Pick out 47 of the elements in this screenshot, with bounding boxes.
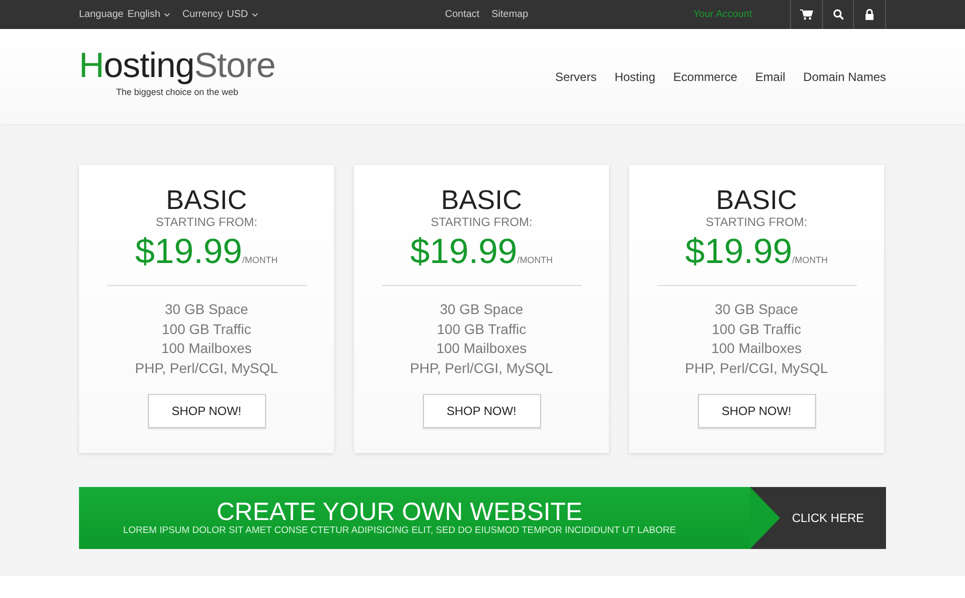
click-here-button[interactable]: CLICK HERE xyxy=(750,487,886,549)
price-period: /MONTH xyxy=(792,254,828,266)
nav-link[interactable]: Email xyxy=(755,68,786,86)
plan-feature: 30 GB Space xyxy=(440,300,524,319)
shop-now-button[interactable]: SHOP NOW! xyxy=(422,394,540,428)
plan-name: BASIC xyxy=(716,185,798,215)
nav-link[interactable]: Servers xyxy=(555,68,597,86)
price-period: /MONTH xyxy=(242,254,278,266)
language-selector[interactable]: Language English xyxy=(79,7,170,22)
chevron-icon xyxy=(164,12,170,16)
nav-link[interactable]: Hosting xyxy=(614,68,656,86)
starting-from-label: STARTING FROM: xyxy=(430,215,532,229)
top-link[interactable]: Sitemap xyxy=(491,7,528,22)
currency-selector[interactable]: Currency USD xyxy=(182,7,258,22)
plan-feature: PHP, Perl/CGI, MySQL xyxy=(410,358,553,378)
banner-subtitle: LOREM IPSUM DOLOR SIT AMET CONSE CTETUR ADIPISICING ELIT, SED DO EIUSMOD TEMPOR INCIDIDUNT UT LABORE xyxy=(123,525,676,537)
tagline: The biggest choice on the web xyxy=(116,86,238,100)
chevron-icon xyxy=(252,12,258,16)
plan-feature: 100 Mailboxes xyxy=(436,339,527,358)
price: $19.99 xyxy=(135,232,242,272)
plan-feature: 100 Mailboxes xyxy=(161,339,252,358)
nav-link[interactable]: Ecommerce xyxy=(673,68,738,86)
plan-feature: PHP, Perl/CGI, MySQL xyxy=(135,358,278,378)
plan-feature: 100 GB Traffic xyxy=(436,320,526,338)
cart-icon xyxy=(800,9,813,20)
banner-arrow-tip xyxy=(750,487,780,549)
banner-title: CREATE YOUR OWN WEBSITE xyxy=(216,499,582,525)
nav-link[interactable]: Domain Names xyxy=(803,68,886,86)
price: $19.99 xyxy=(410,232,518,272)
logo[interactable]: HostingStore xyxy=(79,47,276,86)
top-link[interactable]: Contact xyxy=(445,7,480,22)
shop-now-button[interactable]: SHOP NOW! xyxy=(698,394,816,428)
plan-feature: PHP, Perl/CGI, MySQL xyxy=(685,358,828,378)
plan-name: BASIC xyxy=(166,185,248,215)
shop-now-button[interactable]: SHOP NOW! xyxy=(148,394,266,428)
lock-icon xyxy=(865,9,874,20)
plan-feature: 30 GB Space xyxy=(164,300,248,319)
plan-feature: 100 GB Traffic xyxy=(162,320,252,338)
starting-from-label: STARTING FROM: xyxy=(706,215,808,229)
starting-from-label: STARTING FROM: xyxy=(156,215,258,229)
plan-feature: 30 GB Space xyxy=(714,300,798,319)
price: $19.99 xyxy=(685,232,792,272)
search-icon xyxy=(832,9,844,20)
plan-feature: 100 Mailboxes xyxy=(711,339,802,358)
plan-name: BASIC xyxy=(440,185,522,215)
price-period: /MONTH xyxy=(517,254,553,266)
plan-feature: 100 GB Traffic xyxy=(712,320,802,338)
